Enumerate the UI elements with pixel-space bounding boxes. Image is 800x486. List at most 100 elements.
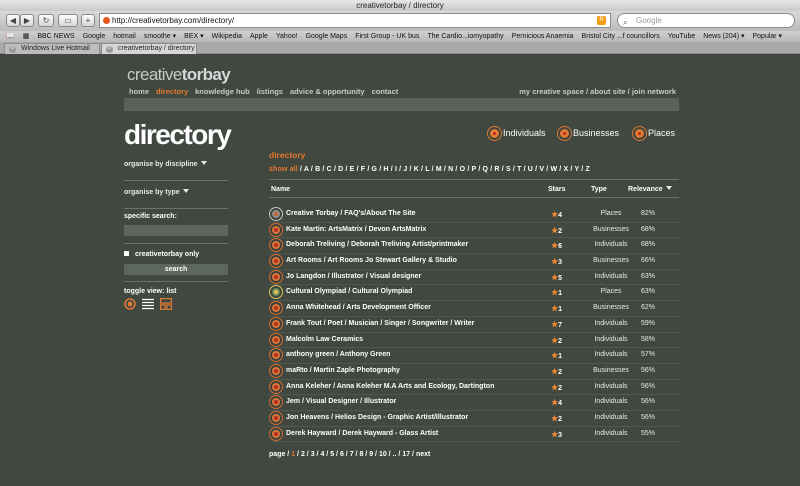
table-row[interactable]: Deborah Treliving / Deborah Treliving Ar… xyxy=(269,238,679,255)
checkbox[interactable] xyxy=(124,251,129,256)
entry-name-link[interactable]: Jo Langdon / Illustrator / Visual design… xyxy=(286,273,421,280)
page-link[interactable]: 17 xyxy=(402,451,410,458)
reload-button[interactable]: ↻ xyxy=(38,14,54,27)
table-row[interactable]: Cultural Olympiad / Cultural Olympiad ★1 P… xyxy=(269,285,679,302)
specific-search-input[interactable] xyxy=(124,225,228,236)
address-bar[interactable]: http://creativetorbay.com/directory/ R xyxy=(99,13,611,28)
filter-individuals[interactable]: Individuals xyxy=(488,127,546,141)
relevance-cell: 59% xyxy=(641,319,656,327)
tab-hotmail[interactable]: × Windows Live Hotmail xyxy=(4,43,100,54)
nav-contact[interactable]: contact xyxy=(372,87,399,96)
organise-by-discipline-dropdown[interactable]: organise by discipline xyxy=(124,156,228,181)
bookmark-item[interactable]: First Group - UK bus xyxy=(355,33,419,40)
table-row[interactable]: Kate Martin: ArtsMatrix / Devon ArtsMatr… xyxy=(269,223,679,239)
table-row[interactable]: Jo Langdon / Illustrator / Visual design… xyxy=(269,270,679,286)
entry-name-link[interactable]: Anna Keleher / Anna Keleher M.A Arts and… xyxy=(286,383,494,390)
profile-marker-icon xyxy=(270,302,282,315)
rss-icon[interactable]: R xyxy=(597,16,606,25)
col-name-header[interactable]: Name xyxy=(271,186,290,193)
entry-name-link[interactable]: Anna Whitehead / Arts Development Office… xyxy=(286,304,431,311)
nav-knowledge-hub[interactable]: knowledge hub xyxy=(195,87,250,96)
table-row[interactable]: Creative Torbay / FAQ's/About The Site ★4… xyxy=(269,207,679,223)
entry-name-link[interactable]: Jem / Visual Designer / Illustrator xyxy=(286,398,396,405)
bookmark-item[interactable]: Wikipedia xyxy=(212,33,242,40)
col-relevance-header[interactable]: Relevance xyxy=(628,186,672,193)
page-link[interactable]: 10 xyxy=(379,451,387,458)
col-stars-header[interactable]: Stars xyxy=(548,186,566,193)
bookmark-item[interactable]: smoothe ▾ xyxy=(144,33,176,40)
entry-name-link[interactable]: Jon Heavens / Helios Design - Graphic Ar… xyxy=(286,414,468,421)
table-row[interactable]: Anna Whitehead / Arts Development Office… xyxy=(269,301,679,317)
stars-cell: ★2 xyxy=(551,383,562,392)
table-row[interactable]: maRto / Martin Zaple Photography ★2 Busine… xyxy=(269,364,679,380)
bookmark-item[interactable]: Google Maps xyxy=(306,33,348,40)
table-row[interactable]: Art Rooms / Art Rooms Jo Stewart Gallery… xyxy=(269,254,679,270)
radial-view-icon[interactable] xyxy=(124,298,136,310)
directory-heading: directory xyxy=(269,150,306,160)
nav-directory[interactable]: directory xyxy=(156,87,188,96)
grid-view-icon[interactable] xyxy=(160,298,172,310)
col-type-header[interactable]: Type xyxy=(591,186,607,193)
bookmark-item[interactable]: Popular ▾ xyxy=(752,33,782,40)
table-row[interactable]: Malcolm Law Ceramics ★2 Individuals 58% xyxy=(269,333,679,349)
stars-value: 1 xyxy=(558,290,563,298)
bookmark-item[interactable]: Pernicious Anaemia xyxy=(512,33,574,40)
places-icon xyxy=(633,127,646,141)
letter-link-z[interactable]: Z xyxy=(586,166,590,173)
entry-name-link[interactable]: maRto / Martin Zaple Photography xyxy=(286,367,400,374)
bookmark-item[interactable]: BEX ▾ xyxy=(184,33,203,40)
search-button[interactable]: search xyxy=(124,264,228,275)
entry-name-link[interactable]: Frank Tout / Poet / Musician / Singer / … xyxy=(286,320,474,327)
bookmark-item[interactable]: Google xyxy=(83,33,106,40)
nav-advice-opportunity[interactable]: advice & opportunity xyxy=(290,87,365,96)
bookmark-item[interactable]: News (204) ▾ xyxy=(703,33,744,40)
entry-name-link[interactable]: Malcolm Law Ceramics xyxy=(286,336,363,343)
account-links[interactable]: my creative space / about site / join ne… xyxy=(519,87,676,96)
snapback-button[interactable]: ▭ xyxy=(58,14,78,27)
entry-name-link[interactable]: Art Rooms / Art Rooms Jo Stewart Gallery… xyxy=(286,257,457,264)
bookmark-item[interactable]: hotmail xyxy=(113,33,136,40)
show-all-link[interactable]: show all xyxy=(269,166,298,173)
forward-button[interactable]: ▶ xyxy=(20,14,34,27)
stars-cell: ★4 xyxy=(551,210,562,219)
table-row[interactable]: anthony green / Anthony Green ★1 Individua… xyxy=(269,348,679,364)
close-tab-icon[interactable]: × xyxy=(9,46,16,53)
table-row[interactable]: Anna Keleher / Anna Keleher M.A Arts and… xyxy=(269,380,679,396)
organise-by-type-dropdown[interactable]: organise by type xyxy=(124,184,228,209)
relevance-cell: 63% xyxy=(641,272,656,280)
bookmark-item[interactable]: BBC NEWS xyxy=(37,33,74,40)
filter-businesses[interactable]: Businesses xyxy=(558,127,619,141)
entry-name-link[interactable]: Cultural Olympiad / Cultural Olympiad xyxy=(286,288,412,295)
next-page-link[interactable]: next xyxy=(416,451,430,458)
bookmark-item[interactable]: Yahoo! xyxy=(276,33,298,40)
site-logo[interactable]: creativetorbay xyxy=(127,65,231,85)
bookmarks-icon[interactable]: 📖 xyxy=(6,33,15,40)
creativetorbay-only-checkbox-row[interactable]: creativetorbay only xyxy=(124,251,228,262)
list-view-icon[interactable] xyxy=(142,298,154,310)
add-bookmark-button[interactable]: + xyxy=(81,14,95,27)
tab-directory[interactable]: × creativetorbay / directory xyxy=(101,43,197,54)
table-row[interactable]: Jem / Visual Designer / Illustrator ★4 Ind… xyxy=(269,395,679,411)
nav-home[interactable]: home xyxy=(129,87,149,96)
search-field[interactable]: ⌕ Google xyxy=(617,13,795,28)
table-row[interactable]: Jon Heavens / Helios Design - Graphic Ar… xyxy=(269,411,679,427)
entry-name-link[interactable]: Creative Torbay / FAQ's/About The Site xyxy=(286,210,416,217)
bookmark-item[interactable]: YouTube xyxy=(668,33,696,40)
filter-places[interactable]: Places xyxy=(633,127,675,141)
close-tab-icon[interactable]: × xyxy=(106,46,113,53)
bookmark-item[interactable]: The Cardio...iomyopathy xyxy=(427,33,503,40)
entry-name-link[interactable]: Kate Martin: ArtsMatrix / Devon ArtsMatr… xyxy=(286,226,426,233)
stars-value: 2 xyxy=(558,227,563,235)
entry-name-link[interactable]: Deborah Treliving / Deborah Treliving Ar… xyxy=(286,241,468,248)
entry-name-link[interactable]: Derek Hayward / Derek Hayward - Glass Ar… xyxy=(286,430,438,437)
top-sites-icon[interactable]: ▦ xyxy=(23,33,30,40)
nav-listings[interactable]: listings xyxy=(257,87,283,96)
back-button[interactable]: ◀ xyxy=(6,14,20,27)
table-row[interactable]: Frank Tout / Poet / Musician / Singer / … xyxy=(269,317,679,333)
bookmark-item[interactable]: Apple xyxy=(250,33,268,40)
profile-marker-icon xyxy=(270,333,282,346)
type-cell: Places xyxy=(600,288,622,296)
bookmark-item[interactable]: Bristol City ...f councillors xyxy=(582,33,660,40)
entry-name-link[interactable]: anthony green / Anthony Green xyxy=(286,351,390,358)
table-row[interactable]: Derek Hayward / Derek Hayward - Glass Ar… xyxy=(269,427,679,443)
